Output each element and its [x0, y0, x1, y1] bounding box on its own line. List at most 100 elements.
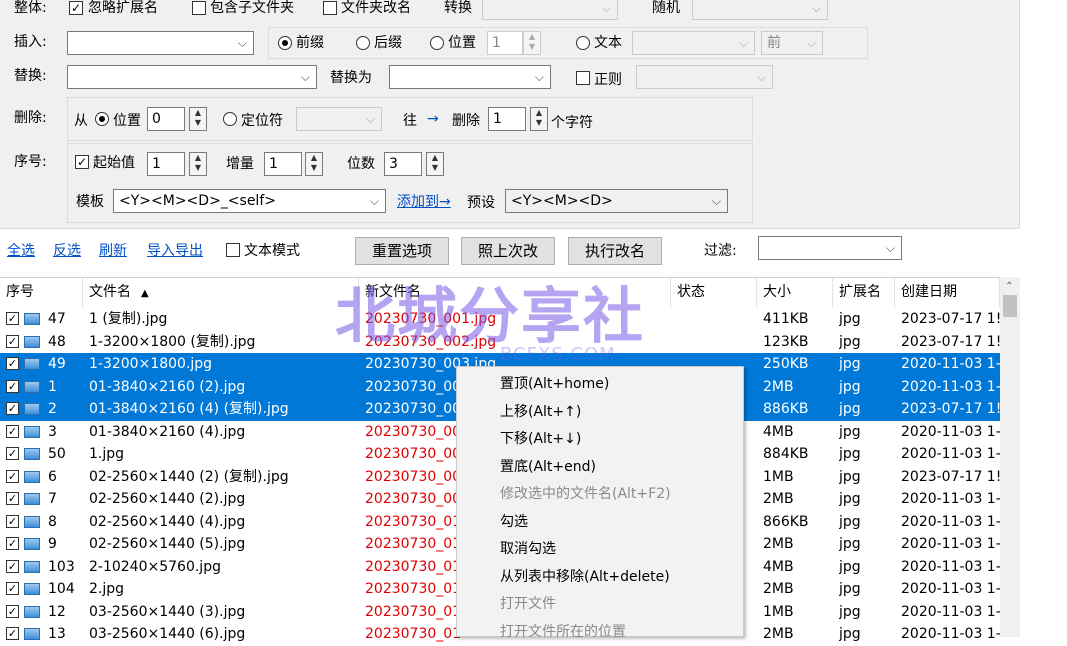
spin-updown-icon[interactable]: ▲ ▼ [305, 152, 323, 176]
row-checkbox[interactable]: ✓ [6, 424, 19, 438]
row-checkbox[interactable]: ✓ [6, 447, 19, 460]
replace-input[interactable]: ⌵ [67, 65, 317, 89]
col-header-ext[interactable]: 扩展名 [833, 278, 895, 308]
step-spinner[interactable]: 1 [264, 152, 302, 176]
digits-spinner[interactable]: 3 [384, 152, 422, 176]
spin-updown-icon[interactable]: ▲ ▼ [426, 152, 444, 176]
apply-last-button[interactable]: 照上次改 [461, 237, 555, 265]
regex-checkbox[interactable] [576, 71, 590, 85]
row-checkbox[interactable]: ✓ [6, 559, 19, 573]
cell-no: 13 [48, 626, 66, 642]
insert-position-spinner[interactable]: 1 [487, 31, 523, 55]
reset-options-button[interactable]: 重置选项 [355, 237, 449, 265]
template-input[interactable]: <Y><M><D>_<self> ⌵ [113, 189, 386, 213]
select-all-link[interactable]: 全选 [7, 241, 35, 261]
locator-radio[interactable] [223, 112, 237, 126]
spin-updown-icon[interactable]: ▲ ▼ [189, 107, 207, 131]
convert-select[interactable]: ⌵ [482, 0, 618, 20]
include-subfolder-checkbox[interactable] [192, 1, 206, 15]
context-menu-item[interactable]: 勾选 [500, 509, 528, 536]
locator-select[interactable]: ⌵ [296, 107, 382, 131]
context-menu-item[interactable]: 上移(Alt+↑) [500, 399, 581, 426]
refresh-link[interactable]: 刷新 [99, 241, 127, 261]
rename-folder-checkbox[interactable] [323, 1, 337, 15]
random-select[interactable]: ⌵ [692, 0, 828, 20]
context-menu-item[interactable]: 从列表中移除(Alt+delete) [500, 564, 670, 591]
col-header-date[interactable]: 创建日期 [895, 278, 1000, 308]
col-header-size[interactable]: 大小 [757, 278, 833, 308]
position-label: 位置 [448, 35, 476, 51]
prefix-radio[interactable] [278, 36, 292, 50]
cell-size: 2MB [763, 626, 794, 642]
ignore-ext-checkbox[interactable]: ✓ [69, 1, 83, 15]
insert-input[interactable]: ⌵ [67, 31, 254, 55]
cell-filename: 01-3840×2160 (4) (复制).jpg [89, 401, 289, 417]
row-checkbox[interactable]: ✓ [6, 379, 19, 393]
text-radio[interactable] [576, 36, 590, 50]
cell-no: 104 [48, 581, 75, 597]
import-export-link[interactable]: 导入导出 [147, 241, 203, 261]
execute-rename-button[interactable]: 执行改名 [568, 237, 662, 265]
cell-date: 2020-11-03 1- [901, 603, 1001, 620]
chevron-down-icon: ⌵ [365, 112, 375, 126]
overall-label: 整体: [14, 0, 47, 16]
cell-filename: 03-2560×1440 (6).jpg [89, 626, 246, 642]
row-checkbox[interactable]: ✓ [6, 312, 19, 325]
cell-filename: 01-3840×2160 (4).jpg [89, 423, 246, 440]
regex-select[interactable]: ⌵ [636, 65, 773, 89]
delete-position-spinner[interactable]: 0 [147, 107, 185, 131]
row-checkbox[interactable]: ✓ [6, 357, 19, 370]
context-menu-item: 打开文件 [500, 596, 556, 612]
spin-updown-icon[interactable]: ▲ ▼ [189, 152, 207, 176]
col-header-status[interactable]: 状态 [671, 278, 757, 308]
invert-selection-link[interactable]: 反选 [53, 241, 81, 261]
scroll-up-icon[interactable]: ⌃ [1005, 281, 1013, 292]
cell-ext: jpg [839, 446, 861, 462]
replace-with-input[interactable]: ⌵ [389, 65, 551, 89]
preset-select[interactable]: <Y><M><D> ⌵ [505, 189, 728, 213]
start-value-checkbox[interactable]: ✓ [75, 155, 89, 169]
insert-text-select[interactable]: ⌵ [632, 31, 755, 55]
spin-updown-icon[interactable]: ▲ ▼ [523, 31, 541, 55]
cell-ext: jpg [839, 536, 861, 552]
delete-position-radio[interactable] [95, 112, 109, 126]
context-menu-item[interactable]: 取消勾选 [500, 536, 556, 563]
row-checkbox[interactable]: ✓ [6, 334, 19, 348]
row-checkbox[interactable]: ✓ [6, 537, 19, 550]
cell-newname: 20230730_00 [365, 491, 462, 507]
delete-count-spinner[interactable]: 1 [488, 107, 526, 131]
row-checkbox[interactable]: ✓ [6, 402, 19, 415]
col-header-filename[interactable]: 文件名 ▲ [83, 278, 359, 308]
cell-ext: jpg [839, 356, 861, 372]
context-menu-item[interactable]: 置顶(Alt+home) [500, 371, 609, 398]
cell-no: 9 [48, 536, 57, 552]
add-to-link[interactable]: 添加到→ [397, 192, 451, 212]
text-mode-checkbox[interactable] [226, 243, 240, 257]
scroll-thumb[interactable] [1003, 295, 1017, 317]
row-checkbox[interactable]: ✓ [6, 514, 19, 528]
cell-filename: 03-2560×1440 (3).jpg [89, 603, 246, 620]
direction-arrow-icon[interactable]: → [427, 109, 439, 129]
spin-updown-icon[interactable]: ▲ ▼ [530, 107, 548, 131]
col-header-filename-label: 文件名 [89, 284, 131, 300]
filter-label: 过滤: [704, 243, 737, 259]
watermark-sub: BCFXS.COM [500, 344, 616, 365]
delete-position-label: 位置 [113, 113, 141, 129]
row-checkbox[interactable]: ✓ [6, 627, 19, 640]
position-radio[interactable] [430, 36, 444, 50]
row-checkbox[interactable]: ✓ [6, 582, 19, 595]
replace-with-label: 替换为 [330, 70, 372, 86]
insert-direction-select[interactable]: 前 ⌵ [761, 31, 823, 55]
row-checkbox[interactable]: ✓ [6, 604, 19, 618]
context-menu-item[interactable]: 下移(Alt+↓) [500, 426, 581, 453]
row-checkbox[interactable]: ✓ [6, 469, 19, 483]
filter-input[interactable]: ⌵ [758, 236, 902, 260]
suffix-radio[interactable] [356, 36, 370, 50]
text-mode-label: 文本模式 [244, 243, 300, 259]
vertical-scrollbar[interactable]: ⌃ [1000, 277, 1020, 637]
start-value-spinner[interactable]: 1 [147, 152, 185, 176]
row-checkbox[interactable]: ✓ [6, 492, 19, 505]
context-menu-item[interactable]: 置底(Alt+end) [500, 454, 596, 481]
ignore-ext-label: 忽略扩展名 [88, 0, 158, 16]
col-header-no[interactable]: 序号 [0, 278, 83, 308]
